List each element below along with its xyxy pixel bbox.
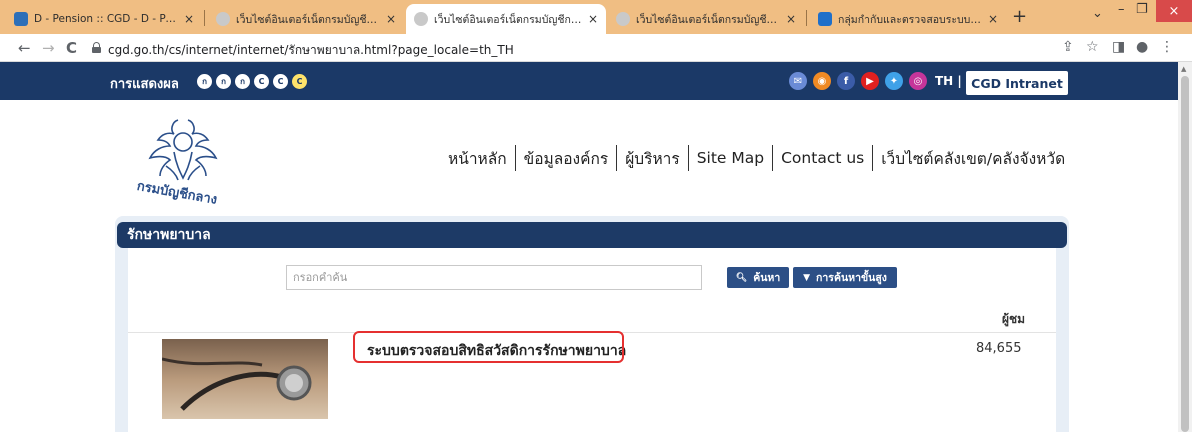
contrast-yellow-button[interactable]: C bbox=[292, 74, 307, 89]
bookmark-star-icon[interactable]: ☆ bbox=[1086, 39, 1099, 55]
window-close-button[interactable]: × bbox=[1156, 0, 1192, 22]
scrollbar-thumb[interactable] bbox=[1181, 76, 1189, 432]
rss-icon[interactable]: ◉ bbox=[813, 72, 831, 90]
font-size-small-button[interactable]: ก bbox=[197, 74, 212, 89]
views-column-header: ผู้ชม bbox=[1002, 312, 1026, 326]
reload-button[interactable]: C bbox=[66, 39, 77, 57]
advanced-search-label: การค้นหาขั้นสูง bbox=[816, 272, 887, 284]
tab-favicon-icon bbox=[14, 12, 28, 26]
section-title: รักษาพยาบาล bbox=[117, 222, 1067, 248]
tab-title: กลุ่มกำกับและตรวจสอบระบบสวัสดิการ bbox=[838, 13, 982, 26]
filter-icon: ▼ bbox=[803, 272, 811, 283]
search-input[interactable]: กรอกคำค้น bbox=[286, 265, 702, 290]
nav-organization[interactable]: ข้อมูลองค์กร bbox=[516, 146, 617, 171]
stethoscope-image[interactable] bbox=[162, 339, 328, 419]
main-nav: หน้าหลัก ข้อมูลองค์กร ผู้บริหาร Site Map… bbox=[440, 144, 1073, 172]
email-icon[interactable]: ✉ bbox=[789, 72, 807, 90]
tab-title: เว็บไซต์อินเตอร์เน็ตกรมบัญชีกลาง bbox=[434, 13, 582, 26]
browser-tab[interactable]: เว็บไซต์อินเตอร์เน็ตกรมบัญชีกลาง × bbox=[208, 4, 404, 34]
result-views: 84,655 bbox=[976, 341, 1022, 356]
sidebar-icon[interactable]: ◨ bbox=[1112, 39, 1125, 55]
facebook-icon[interactable]: f bbox=[837, 72, 855, 90]
tab-title: เว็บไซต์อินเตอร์เน็ตกรมบัญชีกลาง bbox=[236, 13, 380, 26]
url-text[interactable]: cgd.go.th/cs/internet/internet/รักษาพยาบ… bbox=[108, 41, 514, 60]
contrast-dark-button[interactable]: C bbox=[273, 74, 288, 89]
advanced-search-button[interactable]: ▼ การค้นหาขั้นสูง bbox=[793, 267, 897, 288]
nav-sitemap[interactable]: Site Map bbox=[689, 149, 772, 167]
tab-title: D - Pension :: CGD - D - Pension bbox=[34, 13, 178, 25]
tab-close-icon[interactable]: × bbox=[988, 12, 998, 26]
page-scrollbar[interactable]: ▲ bbox=[1178, 62, 1192, 432]
font-size-medium-button[interactable]: ก bbox=[216, 74, 231, 89]
font-size-large-button[interactable]: ก bbox=[235, 74, 250, 89]
minimize-button[interactable]: – bbox=[1118, 2, 1125, 17]
tab-close-icon[interactable]: × bbox=[588, 12, 598, 26]
tab-close-icon[interactable]: × bbox=[786, 12, 796, 26]
search-icon: 🔍︎ bbox=[735, 272, 748, 283]
svg-text:กรมบัญชีกลาง: กรมบัญชีกลาง bbox=[136, 178, 219, 208]
browser-menu-icon[interactable]: ⋮ bbox=[1160, 39, 1174, 55]
browser-tab-bar: D - Pension :: CGD - D - Pension × เว็บไ… bbox=[0, 0, 1192, 34]
tab-separator bbox=[204, 10, 205, 26]
youtube-icon[interactable]: ▶ bbox=[861, 72, 879, 90]
tab-favicon-icon bbox=[616, 12, 630, 26]
forward-button[interactable]: → bbox=[42, 39, 55, 57]
tab-favicon-icon bbox=[216, 12, 230, 26]
contrast-normal-button[interactable]: C bbox=[254, 74, 269, 89]
twitter-icon[interactable]: ✦ bbox=[885, 72, 903, 90]
browser-tab[interactable]: เว็บไซต์อินเตอร์เน็ตกรมบัญชีกลาง × bbox=[608, 4, 804, 34]
lock-icon[interactable] bbox=[92, 42, 101, 53]
search-button-label: ค้นหา bbox=[753, 272, 781, 284]
nav-regional-sites[interactable]: เว็บไซต์คลังเขต/คลังจังหวัด bbox=[873, 146, 1073, 171]
tab-close-icon[interactable]: × bbox=[386, 12, 396, 26]
highlight-box bbox=[353, 331, 624, 363]
scroll-up-icon[interactable]: ▲ bbox=[1181, 65, 1186, 73]
back-button[interactable]: ← bbox=[18, 39, 31, 57]
share-icon[interactable]: ⇪ bbox=[1062, 39, 1074, 55]
new-tab-button[interactable]: + bbox=[1012, 6, 1027, 27]
tab-close-icon[interactable]: × bbox=[184, 12, 194, 26]
tab-separator bbox=[806, 10, 807, 26]
nav-executives[interactable]: ผู้บริหาร bbox=[617, 146, 688, 171]
restore-button[interactable]: ❐ bbox=[1136, 2, 1148, 17]
browser-tab[interactable]: D - Pension :: CGD - D - Pension × bbox=[6, 4, 202, 34]
profile-icon[interactable]: ● bbox=[1136, 39, 1148, 55]
instagram-icon[interactable]: ◎ bbox=[909, 72, 927, 90]
search-button[interactable]: 🔍︎ ค้นหา bbox=[727, 267, 789, 288]
browser-tab-active[interactable]: เว็บไซต์อินเตอร์เน็ตกรมบัญชีกลาง × bbox=[406, 4, 606, 34]
nav-home[interactable]: หน้าหลัก bbox=[440, 146, 515, 171]
display-label: การแสดงผล bbox=[110, 77, 179, 92]
cgd-intranet-button[interactable]: CGD Intranet bbox=[966, 71, 1068, 95]
browser-tab[interactable]: กลุ่มกำกับและตรวจสอบระบบสวัสดิการ × bbox=[810, 4, 1006, 34]
cgd-logo[interactable]: กรมบัญชีกลาง bbox=[128, 108, 238, 208]
nav-contact[interactable]: Contact us bbox=[773, 149, 872, 167]
site-top-strip: การแสดงผล ก ก ก C C C ✉ ◉ f ▶ ✦ ◎ TH | E… bbox=[0, 62, 1178, 100]
tab-favicon-icon bbox=[414, 12, 428, 26]
address-bar: ← → C cgd.go.th/cs/internet/internet/รัก… bbox=[0, 34, 1192, 62]
tab-search-icon[interactable]: ⌄ bbox=[1092, 6, 1103, 21]
tab-title: เว็บไซต์อินเตอร์เน็ตกรมบัญชีกลาง bbox=[636, 13, 780, 26]
tab-favicon-icon bbox=[818, 12, 832, 26]
